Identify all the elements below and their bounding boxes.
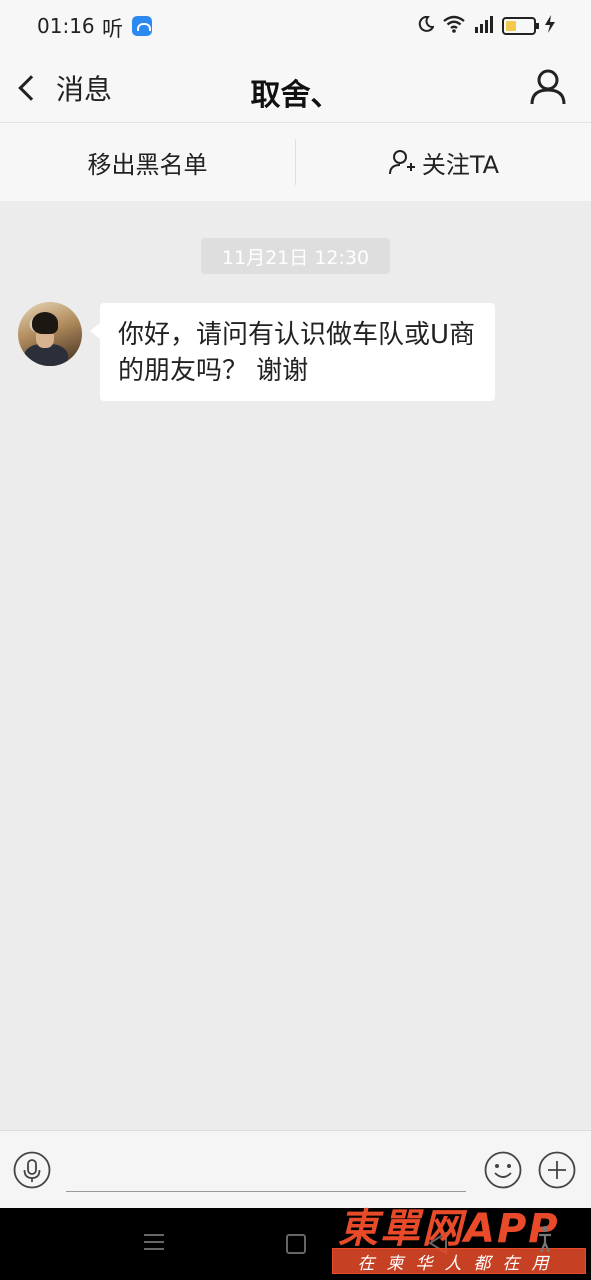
voice-button[interactable] — [13, 1151, 51, 1189]
message-bubble[interactable]: 你好，请问有认识做车队或U商的朋友吗？ 谢谢 — [90, 303, 495, 401]
remove-blacklist-button[interactable]: 移出黑名单 — [0, 123, 295, 201]
profile-button[interactable] — [527, 66, 569, 108]
watermark-title: 東單网APP — [338, 1206, 560, 1252]
avatar[interactable] — [18, 302, 82, 366]
charging-icon — [544, 15, 556, 37]
message-input[interactable] — [66, 1147, 466, 1192]
battery-icon — [502, 17, 539, 35]
message-text: 你好，请问有认识做车队或U商的朋友吗？ 谢谢 — [118, 320, 476, 386]
home-icon[interactable] — [286, 1234, 306, 1254]
follow-label: 关注TA — [421, 150, 500, 179]
app-notification-icon — [132, 16, 152, 36]
person-icon — [530, 69, 566, 105]
page-title: 取舍、 — [250, 78, 341, 113]
message-timestamp: 11月21日 12:30 — [201, 238, 390, 274]
plus-icon — [538, 1151, 576, 1189]
wifi-icon — [442, 15, 466, 37]
emoji-button[interactable] — [484, 1151, 522, 1189]
moon-icon — [418, 15, 435, 36]
action-bar: 移出黑名单 关注TA — [0, 122, 591, 201]
avatar-hair — [32, 312, 58, 334]
listen-indicator: 听 — [102, 17, 123, 41]
accessibility-icon — [539, 1226, 551, 1252]
follow-button[interactable]: 关注TA — [296, 123, 591, 201]
smiley-icon — [484, 1151, 522, 1189]
status-icons — [410, 14, 556, 38]
add-person-icon — [388, 150, 415, 175]
status-bar: 01:16 听 — [0, 0, 591, 52]
status-time: 01:16 — [37, 14, 95, 38]
remove-blacklist-label: 移出黑名单 — [87, 150, 208, 179]
more-button[interactable] — [538, 1151, 576, 1189]
signal-icon — [474, 15, 494, 37]
watermark: 東單网APP 在柬华人都在用 — [332, 1196, 586, 1276]
menu-icon[interactable] — [144, 1232, 164, 1252]
microphone-icon — [13, 1151, 51, 1189]
nav-bar: 消息 取舍、 — [0, 52, 591, 122]
